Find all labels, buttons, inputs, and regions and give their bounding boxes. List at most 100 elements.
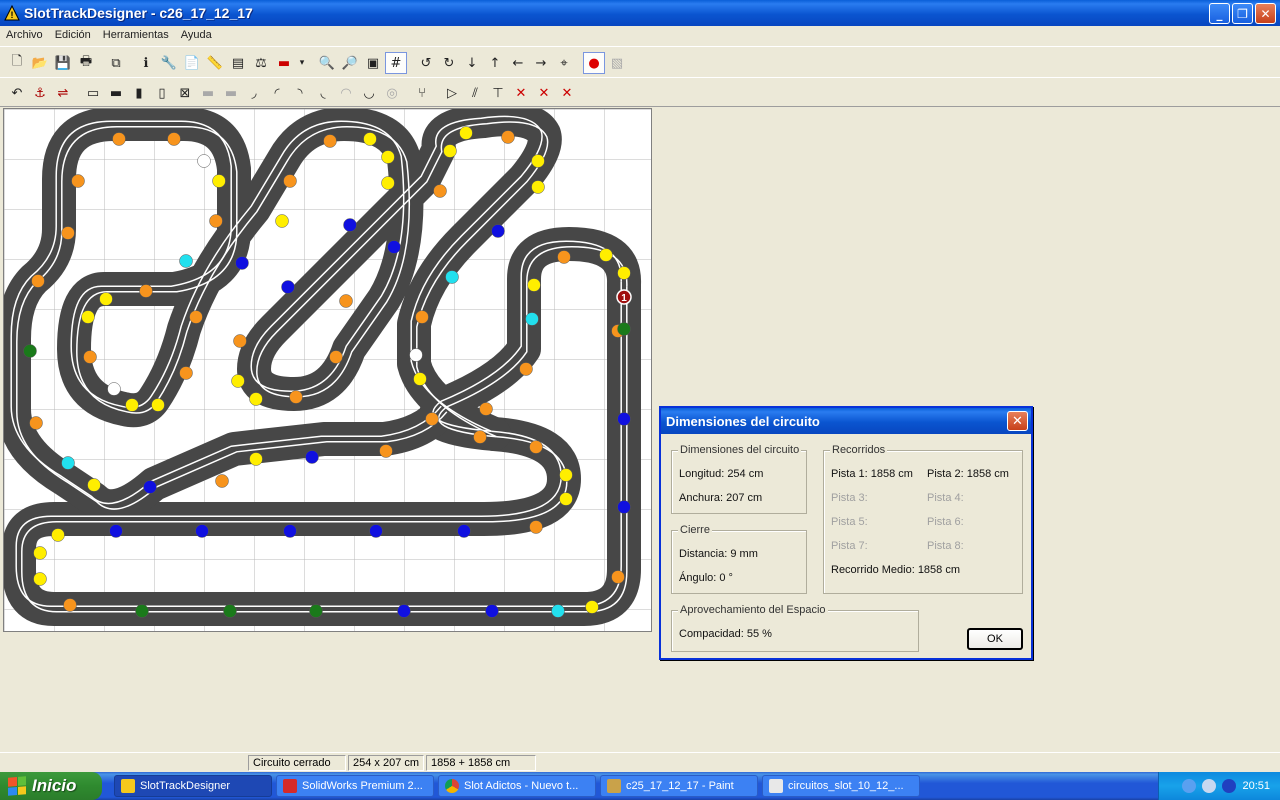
- tools-icon[interactable]: 🔧: [158, 52, 180, 74]
- straight-gray-2-icon[interactable]: ▬: [220, 82, 242, 104]
- blue-marker: [617, 412, 631, 426]
- warning-icon: [121, 779, 135, 793]
- undo-icon[interactable]: ↶: [6, 82, 28, 104]
- document-icon: [769, 779, 783, 793]
- battery-icon[interactable]: ▬: [273, 52, 295, 74]
- scale-icon[interactable]: ⚖: [250, 52, 272, 74]
- palette-icon[interactable]: ▤: [227, 52, 249, 74]
- cross-out-3-icon[interactable]: ✕: [556, 82, 578, 104]
- bluetooth-icon[interactable]: [1222, 779, 1237, 793]
- info-icon[interactable]: ℹ: [135, 52, 157, 74]
- task-solidworks[interactable]: SolidWorks Premium 2...: [276, 775, 434, 797]
- menu-edicion[interactable]: Edición: [49, 29, 97, 41]
- dialog-close-button[interactable]: ✕: [1007, 411, 1028, 431]
- chicane-icon[interactable]: ▷: [441, 82, 463, 104]
- ruler-icon[interactable]: 📏: [204, 52, 226, 74]
- recorrido-medio-text: Recorrido Medio: 1858 cm: [831, 564, 961, 576]
- yellow-marker: [81, 310, 95, 324]
- arrow-right-icon[interactable]: →: [530, 52, 552, 74]
- task-word[interactable]: circuitos_slot_10_12_...: [762, 775, 920, 797]
- zoom-out-icon[interactable]: 🔍: [316, 52, 338, 74]
- yellow-marker: [249, 452, 263, 466]
- minimize-button[interactable]: _: [1209, 3, 1230, 24]
- orange-marker: [29, 416, 43, 430]
- blue-marker: [281, 280, 295, 294]
- fork-icon[interactable]: ⑂: [411, 82, 433, 104]
- dialog-title: Dimensiones del circuito: [661, 408, 1031, 434]
- save-icon[interactable]: 💾: [52, 52, 74, 74]
- orange-marker: [433, 184, 447, 198]
- curve-piece-4-icon[interactable]: ◟: [312, 82, 334, 104]
- start-button[interactable]: Inicio: [0, 772, 102, 800]
- dropdown-arrow-icon[interactable]: ▾: [296, 52, 308, 74]
- anchura-text: Anchura: 207 cm: [679, 492, 763, 504]
- close-button[interactable]: ✕: [1255, 3, 1276, 24]
- blue-marker: [387, 240, 401, 254]
- copy-icon[interactable]: ⧉: [105, 52, 127, 74]
- straight-gray-1-icon[interactable]: ▬: [197, 82, 219, 104]
- task-chrome[interactable]: Slot Adictos - Nuevo t...: [438, 775, 596, 797]
- blue-marker: [235, 256, 249, 270]
- orange-marker: [379, 444, 393, 458]
- rotate-left-icon[interactable]: ↺: [415, 52, 437, 74]
- curve-piece-1-icon[interactable]: ◞: [243, 82, 265, 104]
- yellow-marker: [249, 392, 263, 406]
- rotate-right-icon[interactable]: ↻: [438, 52, 460, 74]
- blue-marker: [305, 450, 319, 464]
- target-icon[interactable]: ⌖: [553, 52, 575, 74]
- curve-piece-3-icon[interactable]: ◝: [289, 82, 311, 104]
- yellow-marker: [459, 126, 473, 140]
- menu-herramientas[interactable]: Herramientas: [97, 29, 175, 41]
- ok-button[interactable]: OK: [967, 628, 1023, 650]
- cross-out-1-icon[interactable]: ✕: [510, 82, 532, 104]
- loop-icon[interactable]: ◎: [381, 82, 403, 104]
- yellow-marker: [212, 174, 226, 188]
- straight-piece-1-icon[interactable]: ▭: [82, 82, 104, 104]
- border-icon[interactable]: ⫽: [464, 82, 486, 104]
- print-icon[interactable]: 🖶: [75, 52, 97, 74]
- lane-changer-icon[interactable]: ⇌: [52, 82, 74, 104]
- task-paint[interactable]: c25_17_12_17 - Paint: [600, 775, 758, 797]
- crossing-icon[interactable]: ⊠: [174, 82, 196, 104]
- grid-icon[interactable]: #: [385, 52, 407, 74]
- new-file-icon[interactable]: 🗋: [6, 52, 28, 74]
- anchor-icon[interactable]: ⚓: [29, 82, 51, 104]
- texture-icon[interactable]: ▧: [606, 52, 628, 74]
- zoom-in-icon[interactable]: 🔎: [339, 52, 361, 74]
- task-slottrackdesigner[interactable]: SlotTrackDesigner: [114, 775, 272, 797]
- start-label: Inicio: [32, 776, 77, 795]
- yellow-marker: [231, 374, 245, 388]
- yellow-marker: [381, 150, 395, 164]
- yellow-marker: [151, 398, 165, 412]
- color-pieces-icon[interactable]: ●: [583, 52, 605, 74]
- straight-piece-4-icon[interactable]: ▯: [151, 82, 173, 104]
- track-layout-svg: 1: [4, 109, 651, 631]
- arrow-up-icon[interactable]: ↑: [484, 52, 506, 74]
- menu-archivo[interactable]: Archivo: [0, 29, 49, 41]
- curve-piece-6-icon[interactable]: ◡: [358, 82, 380, 104]
- circuit-dimensions-dialog[interactable]: Dimensiones del circuito ✕ Dimensiones d…: [659, 406, 1033, 660]
- blue-marker: [491, 224, 505, 238]
- arrow-down-icon[interactable]: ↓: [461, 52, 483, 74]
- document-icon[interactable]: 📄: [181, 52, 203, 74]
- yellow-marker: [443, 144, 457, 158]
- blue-marker: [369, 524, 383, 538]
- network-icon[interactable]: [1202, 779, 1217, 793]
- curve-piece-5-icon[interactable]: ◠: [335, 82, 357, 104]
- open-folder-icon[interactable]: 📂: [29, 52, 51, 74]
- cross-out-2-icon[interactable]: ✕: [533, 82, 555, 104]
- maximize-button[interactable]: ❐: [1232, 3, 1253, 24]
- straight-piece-3-icon[interactable]: ▮: [128, 82, 150, 104]
- window-titlebar[interactable]: ! SlotTrackDesigner - c26_17_12_17 _ ❐ ✕: [0, 0, 1280, 26]
- menu-ayuda[interactable]: Ayuda: [175, 29, 218, 41]
- curve-piece-2-icon[interactable]: ◜: [266, 82, 288, 104]
- straight-piece-2-icon[interactable]: ▬: [105, 82, 127, 104]
- track-canvas[interactable]: 1: [3, 108, 652, 632]
- fit-page-icon[interactable]: ▣: [362, 52, 384, 74]
- taskbar: Inicio SlotTrackDesigner SolidWorks Prem…: [0, 772, 1280, 800]
- cyan-marker: [551, 604, 565, 618]
- tray-expand-icon[interactable]: [1182, 779, 1197, 793]
- rail-icon[interactable]: ⊤: [487, 82, 509, 104]
- arrow-left-icon[interactable]: ←: [507, 52, 529, 74]
- blue-marker: [457, 524, 471, 538]
